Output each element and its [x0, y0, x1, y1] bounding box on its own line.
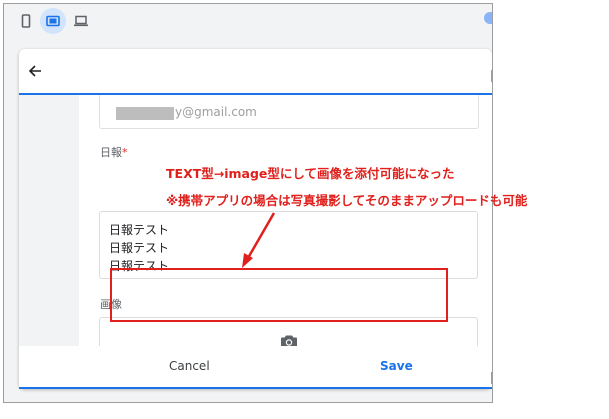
annotation-arrow	[242, 212, 276, 268]
highlight-box	[110, 268, 448, 322]
